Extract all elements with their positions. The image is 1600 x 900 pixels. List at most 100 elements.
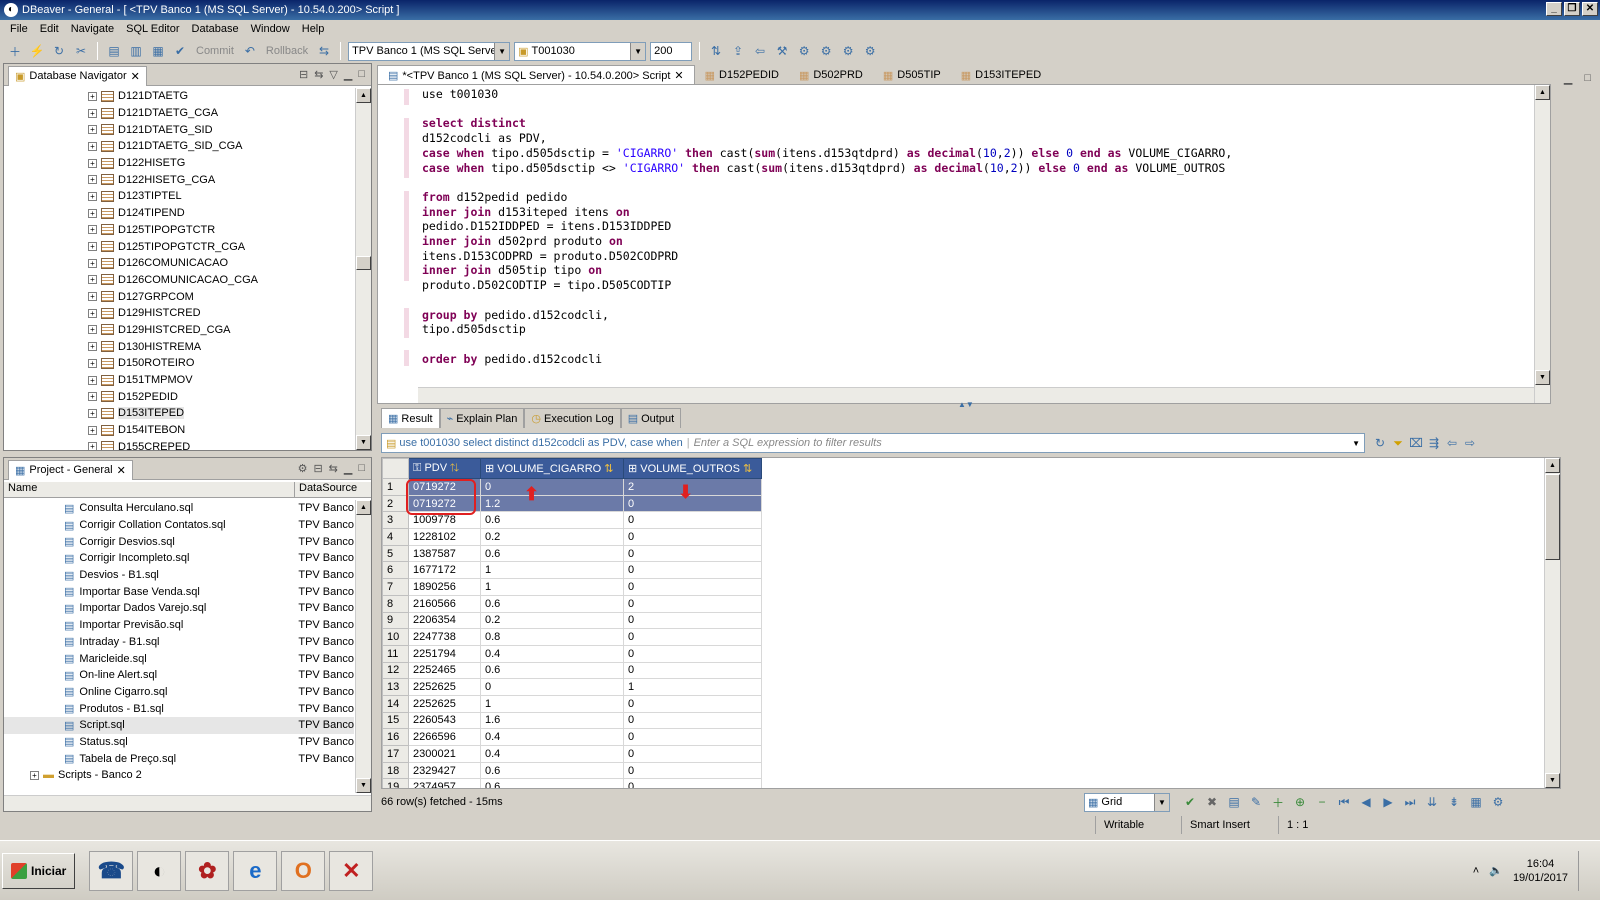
table-cell[interactable]: 1228102 xyxy=(408,528,481,546)
table-row[interactable]: 13 2252625 0 1 xyxy=(382,678,762,696)
tray-expand-icon[interactable]: ˄ xyxy=(1473,865,1479,877)
navigator-item[interactable]: + D125TIPOPGTCTR_CGA xyxy=(4,238,354,255)
table-cell[interactable]: 1.2 xyxy=(480,494,624,513)
table-cell[interactable]: 1 xyxy=(623,678,762,696)
back-icon[interactable]: ⇦ xyxy=(751,42,769,60)
first-page-icon[interactable]: ⏮ xyxy=(1335,793,1353,811)
table-cell[interactable]: 0.2 xyxy=(480,528,624,546)
table-row[interactable]: 4 1228102 0.2 0 xyxy=(382,528,762,546)
minimize-icon[interactable]: ▁ xyxy=(344,68,352,81)
navigator-item[interactable]: + D123TIPTEL xyxy=(4,188,354,205)
close-icon[interactable]: ✕ xyxy=(131,70,140,83)
project-hscrollbar[interactable] xyxy=(4,795,371,811)
table-row[interactable]: 15 2260543 1.6 0 xyxy=(382,711,762,730)
expand-icon[interactable]: + xyxy=(30,770,39,780)
add-row-icon[interactable]: ＋ xyxy=(1269,793,1287,811)
table-cell[interactable]: 0 xyxy=(623,628,762,646)
transaction-mode-icon[interactable]: ⇆ xyxy=(315,42,333,60)
table-cell[interactable]: 1 xyxy=(480,578,624,596)
reconnect-icon[interactable]: ↻ xyxy=(50,42,68,60)
view-menu-icon[interactable]: ▽ xyxy=(329,68,337,81)
table-cell[interactable]: 2300021 xyxy=(408,745,481,763)
tab-d153iteped[interactable]: ▦ D153ITEPED xyxy=(951,65,1051,85)
project-file-item[interactable]: ▤ Corrigir Collation Contatos.sql TPV Banc… xyxy=(4,517,354,534)
table-cell[interactable]: 2252625 xyxy=(408,694,481,713)
collapse-icon[interactable]: ⊟ xyxy=(299,68,308,81)
navigator-item[interactable]: + D122HISETG xyxy=(4,155,354,172)
export-icon[interactable]: ⇪ xyxy=(729,42,747,60)
table-cell[interactable]: 2247738 xyxy=(408,628,481,646)
commit-button[interactable]: Commit xyxy=(193,45,237,57)
table-cell[interactable]: 2251794 xyxy=(408,644,481,663)
table-cell[interactable]: 0 xyxy=(623,511,762,530)
expand-icon[interactable]: + xyxy=(88,292,97,302)
table-row[interactable]: 8 2160566 0.6 0 xyxy=(382,594,762,613)
expand-icon[interactable]: + xyxy=(88,108,97,118)
project-file-item[interactable]: ▤ Desvios - B1.sql TPV Banco xyxy=(4,567,354,584)
internet-explorer-icon[interactable]: e xyxy=(233,850,278,891)
table-row[interactable]: 7 1890256 1 0 xyxy=(382,578,762,596)
minimize-icon[interactable]: ▁ xyxy=(1564,72,1572,85)
settings-icon[interactable]: ⚙ xyxy=(1489,793,1507,811)
table-cell[interactable]: 0 xyxy=(623,611,762,630)
project-folder-item[interactable]: + ▬ Scripts - Banco 2 xyxy=(4,767,354,784)
filter-history-icon[interactable]: ⇶ xyxy=(1425,434,1443,452)
navigator-item[interactable]: + D154ITEBON xyxy=(4,422,354,439)
project-file-item[interactable]: ▤ Script.sql TPV Banco xyxy=(4,716,354,734)
project-file-item[interactable]: ▤ Corrigir Incompleto.sql TPV Banco xyxy=(4,550,354,567)
tab-explain-plan[interactable]: ⌁ Explain Plan xyxy=(439,408,525,428)
project-file-item[interactable]: ▤ Tabela de Preço.sql TPV Banco xyxy=(4,750,354,767)
color-app-icon[interactable]: ✿ xyxy=(185,850,230,891)
maximize-icon[interactable]: □ xyxy=(358,68,365,81)
menu-navigate[interactable]: Navigate xyxy=(65,23,120,35)
prev-page-icon[interactable]: ◀ xyxy=(1357,793,1375,811)
fetch-all-icon[interactable]: ⇟ xyxy=(1445,793,1463,811)
maximize-icon[interactable]: □ xyxy=(1584,72,1591,85)
table-cell[interactable]: 0 xyxy=(480,678,624,696)
collapse-icon[interactable]: ⊟ xyxy=(313,462,322,475)
table-cell[interactable]: 0.4 xyxy=(480,644,624,663)
tool3-icon[interactable]: ⚙ xyxy=(817,42,835,60)
volume-icon[interactable]: 🔈 xyxy=(1489,864,1503,877)
settings-icon[interactable]: ⚙ xyxy=(298,462,308,475)
chevron-down-icon[interactable]: ▼ xyxy=(1352,439,1360,448)
menu-help[interactable]: Help xyxy=(296,23,331,35)
max-rows-input[interactable]: 200 xyxy=(650,41,693,61)
clock[interactable]: 16:04 19/01/2017 xyxy=(1513,857,1568,885)
table-cell[interactable]: 1890256 xyxy=(408,578,481,596)
expand-icon[interactable]: + xyxy=(88,242,97,252)
project-file-item[interactable]: ▤ Importar Dados Varejo.sql TPV Banco xyxy=(4,600,354,617)
table-cell[interactable]: 0.8 xyxy=(480,628,624,646)
project-file-item[interactable]: ▤ On-line Alert.sql TPV Banco xyxy=(4,667,354,684)
table-row[interactable]: 17 2300021 0.4 0 xyxy=(382,745,762,763)
filter-icon[interactable]: ⏷ xyxy=(1389,434,1407,452)
navigator-item[interactable]: + D126COMUNICACAO xyxy=(4,255,354,272)
navigator-item[interactable]: + D130HISTREMA xyxy=(4,338,354,355)
table-cell[interactable]: 1 xyxy=(480,561,624,580)
navigator-item[interactable]: + D153ITEPED xyxy=(4,405,354,422)
table-cell[interactable]: 2252465 xyxy=(408,661,481,680)
minimize-icon[interactable]: ▁ xyxy=(344,462,352,475)
show-desktop-button[interactable] xyxy=(1578,850,1590,891)
forward-arrow-icon[interactable]: ⇨ xyxy=(1461,434,1479,452)
connection-selector[interactable]: TPV Banco 1 (MS SQL Serve ▼ xyxy=(348,41,511,61)
editor-scrollbar[interactable]: ▲ ▼ xyxy=(1534,85,1550,403)
expand-icon[interactable]: + xyxy=(88,125,97,135)
tab-result[interactable]: ▦ Result xyxy=(381,408,440,428)
navigator-item[interactable]: + D127GRPCOM xyxy=(4,288,354,305)
editor-hscrollbar[interactable] xyxy=(418,387,1534,403)
fetch-page-icon[interactable]: ⇊ xyxy=(1423,793,1441,811)
table-cell[interactable]: 0 xyxy=(480,478,624,496)
table-cell[interactable]: 0 xyxy=(623,544,762,563)
table-cell[interactable]: 2252625 xyxy=(408,678,481,696)
disconnect-icon[interactable]: ✂ xyxy=(72,42,90,60)
table-row[interactable]: 9 2206354 0.2 0 xyxy=(382,611,762,630)
menu-window[interactable]: Window xyxy=(245,23,296,35)
connect-icon[interactable]: ⚡ xyxy=(28,42,46,60)
table-cell[interactable]: 2260543 xyxy=(408,711,481,730)
table-cell[interactable]: 0.6 xyxy=(480,511,624,530)
tab-d502prd[interactable]: ▦ D502PRD xyxy=(789,65,873,85)
project-file-item[interactable]: ▤ Produtos - B1.sql TPV Banco xyxy=(4,700,354,717)
tab-execution-log[interactable]: ◷ Execution Log xyxy=(524,408,621,428)
table-cell[interactable]: 0.6 xyxy=(480,778,624,788)
